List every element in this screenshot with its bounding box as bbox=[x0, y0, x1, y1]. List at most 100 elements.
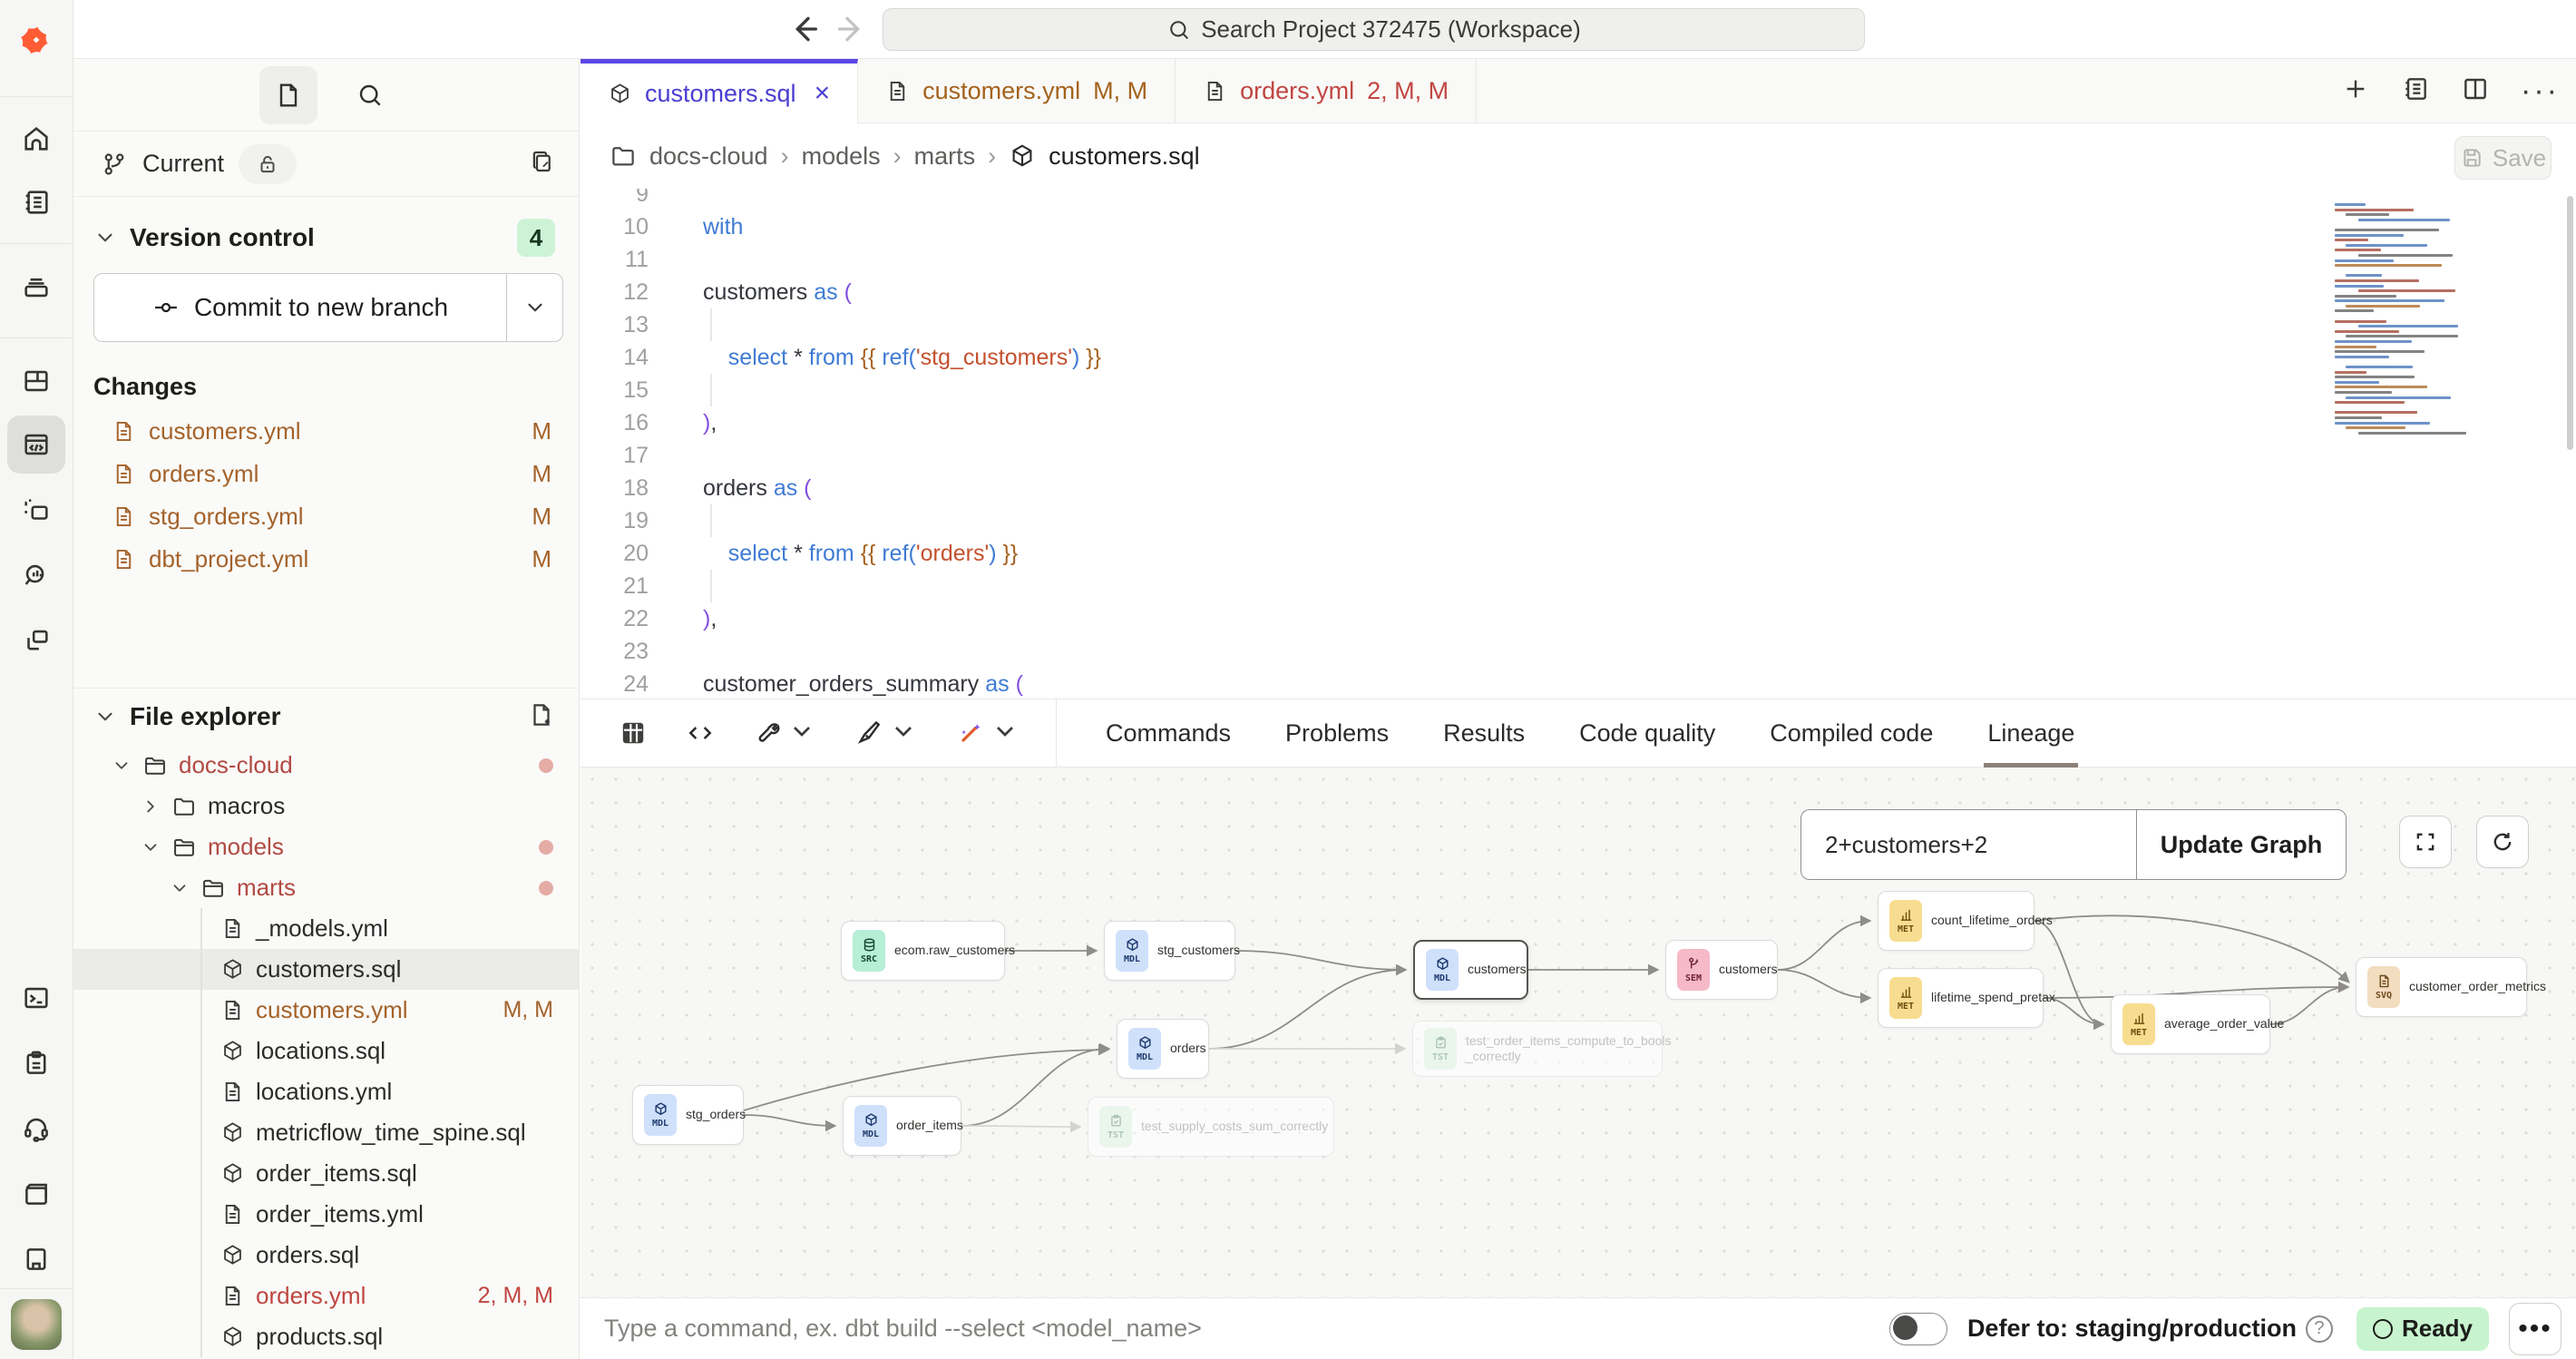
code-line[interactable]: 12 customers as ( bbox=[581, 276, 2576, 308]
tree-item-orders.yml[interactable]: orders.yml 2, M, M bbox=[73, 1276, 579, 1316]
tree-item-metricflow_time_spine.sql[interactable]: metricflow_time_spine.sql bbox=[73, 1112, 579, 1153]
change-row[interactable]: customers.yml M bbox=[73, 410, 579, 453]
user-avatar[interactable] bbox=[11, 1299, 62, 1350]
version-control-header[interactable]: Version control 4 bbox=[73, 210, 579, 266]
breadcrumb-item[interactable]: marts bbox=[914, 142, 976, 171]
code-editor[interactable]: 9 10 with 11 12 customers as ( 13 14 sel… bbox=[581, 189, 2576, 699]
ready-status-badge[interactable]: Ready bbox=[2356, 1307, 2489, 1351]
branch-row[interactable]: Current bbox=[73, 132, 579, 197]
command-input[interactable] bbox=[602, 1314, 1889, 1344]
code-line[interactable]: 21 bbox=[581, 570, 2576, 602]
chevron-down-icon[interactable] bbox=[170, 878, 190, 898]
tree-item-locations.sql[interactable]: locations.sql bbox=[73, 1031, 579, 1071]
clipboard-icon[interactable] bbox=[7, 1034, 65, 1092]
select-region-icon[interactable] bbox=[7, 482, 65, 540]
code-editor-icon[interactable] bbox=[7, 416, 65, 474]
lineage-node-customer_order_metrics[interactable]: SVQ customer_order_metrics bbox=[2356, 957, 2527, 1017]
file-explorer-header[interactable]: File explorer bbox=[73, 689, 579, 745]
lineage-node-stg_customers[interactable]: MDL stg_customers bbox=[1104, 921, 1235, 981]
code-line[interactable]: 18 orders as ( bbox=[581, 472, 2576, 504]
lineage-node-test_order_items[interactable]: TST test_order_items_compute_to_bools _c… bbox=[1412, 1021, 1663, 1077]
projects-icon[interactable] bbox=[7, 1165, 65, 1223]
home-icon[interactable] bbox=[7, 110, 65, 168]
tree-item-macros[interactable]: macros bbox=[73, 786, 579, 826]
editor-scrollbar[interactable] bbox=[2567, 196, 2573, 450]
organization-icon[interactable] bbox=[7, 1230, 65, 1288]
code-line[interactable]: 19 bbox=[581, 504, 2576, 537]
code-line[interactable]: 22 ), bbox=[581, 602, 2576, 635]
fullscreen-button[interactable] bbox=[2399, 816, 2452, 868]
tab-customers.sql[interactable]: customers.sql × bbox=[581, 59, 858, 123]
close-icon[interactable]: × bbox=[815, 78, 831, 109]
defer-toggle[interactable] bbox=[1889, 1313, 1947, 1345]
files-view-button[interactable] bbox=[259, 66, 317, 124]
lineage-node-customers_sem[interactable]: SEM customers bbox=[1665, 940, 1778, 1000]
tree-item-order_items.yml[interactable]: order_items.yml bbox=[73, 1194, 579, 1235]
back-arrow-icon[interactable] bbox=[785, 11, 822, 52]
ai-assist-icon[interactable] bbox=[956, 717, 1020, 750]
change-row[interactable]: stg_orders.yml M bbox=[73, 495, 579, 538]
chevron-right-icon[interactable] bbox=[141, 797, 161, 816]
tree-item-products.sql[interactable]: products.sql bbox=[73, 1316, 579, 1357]
inbox-icon[interactable] bbox=[7, 258, 65, 316]
tree-item-orders.sql[interactable]: orders.sql bbox=[73, 1235, 579, 1276]
lineage-node-customers_model[interactable]: MDL customers bbox=[1413, 940, 1528, 1000]
code-line[interactable]: 9 bbox=[581, 189, 2576, 210]
split-editor-icon[interactable] bbox=[2461, 74, 2490, 108]
code-line[interactable]: 11 bbox=[581, 243, 2576, 276]
code-line[interactable]: 16 ), bbox=[581, 406, 2576, 439]
tab-overflow-icon[interactable]: ··· bbox=[2521, 73, 2560, 109]
format-icon[interactable] bbox=[854, 717, 918, 750]
search-insights-icon[interactable] bbox=[7, 546, 65, 604]
change-row[interactable]: dbt_project.yml M bbox=[73, 538, 579, 581]
code-preview-icon[interactable] bbox=[686, 719, 715, 748]
lineage-node-count_lifetime_orders[interactable]: MET count_lifetime_orders bbox=[1878, 891, 2034, 951]
breadcrumb-item[interactable]: docs-cloud bbox=[649, 142, 768, 171]
project-search[interactable]: Search Project 372475 (Workspace) bbox=[883, 8, 1865, 51]
more-options-button[interactable]: ••• bbox=[2509, 1303, 2561, 1355]
chevron-down-icon[interactable] bbox=[112, 756, 132, 776]
lineage-node-stg_orders[interactable]: MDL stg_orders bbox=[632, 1085, 744, 1145]
save-button[interactable]: Save bbox=[2454, 136, 2552, 180]
headset-icon[interactable] bbox=[7, 1100, 65, 1158]
tree-item-customers.sql[interactable]: customers.sql bbox=[73, 949, 579, 990]
tree-item-models[interactable]: models bbox=[73, 826, 579, 867]
tab-customers.yml[interactable]: customers.yml M, M bbox=[858, 59, 1176, 122]
outline-icon[interactable] bbox=[2401, 74, 2430, 108]
lineage-selector-input[interactable]: 2+customers+2 bbox=[1800, 809, 2136, 880]
code-line[interactable]: 17 bbox=[581, 439, 2576, 472]
panel-tab-commands[interactable]: Commands bbox=[1078, 699, 1258, 767]
code-line[interactable]: 13 bbox=[581, 308, 2576, 341]
refresh-button[interactable] bbox=[2476, 816, 2529, 868]
code-line[interactable]: 24 customer_orders_summary as ( bbox=[581, 668, 2576, 699]
lineage-canvas[interactable]: SRC ecom.raw_customers MDL stg_customers… bbox=[581, 767, 2576, 1297]
code-line[interactable]: 15 bbox=[581, 374, 2576, 406]
panel-tab-results[interactable]: Results bbox=[1416, 699, 1552, 767]
commit-button[interactable]: Commit to new branch bbox=[94, 274, 506, 341]
results-table-icon[interactable] bbox=[619, 719, 648, 748]
copy-icon[interactable] bbox=[528, 148, 555, 180]
lineage-node-orders[interactable]: MDL orders bbox=[1117, 1019, 1209, 1079]
lineage-node-test_supply[interactable]: TST test_supply_costs_sum_correctly bbox=[1088, 1097, 1334, 1157]
panel-tab-lineage[interactable]: Lineage bbox=[1960, 699, 2102, 767]
tree-item-locations.yml[interactable]: locations.yml bbox=[73, 1071, 579, 1112]
panel-tab-problems[interactable]: Problems bbox=[1258, 699, 1416, 767]
build-tools-icon[interactable] bbox=[753, 717, 816, 750]
minimap[interactable] bbox=[2331, 203, 2487, 443]
dashboard-icon[interactable] bbox=[7, 352, 65, 410]
help-icon[interactable]: ? bbox=[2306, 1315, 2333, 1343]
breadcrumb-item[interactable]: models bbox=[802, 142, 881, 171]
panel-tab-compiled-code[interactable]: Compiled code bbox=[1742, 699, 1960, 767]
chevron-down-icon[interactable] bbox=[141, 837, 161, 857]
lineage-node-raw_customers[interactable]: SRC ecom.raw_customers bbox=[841, 921, 1005, 981]
change-row[interactable]: orders.yml M bbox=[73, 453, 579, 495]
commit-dropdown-button[interactable] bbox=[506, 274, 562, 341]
forward-arrow-icon[interactable] bbox=[834, 11, 870, 52]
file-search-button[interactable] bbox=[341, 66, 399, 124]
update-graph-button[interactable]: Update Graph bbox=[2136, 809, 2347, 880]
code-line[interactable]: 14 select * from {{ ref('stg_customers')… bbox=[581, 341, 2576, 374]
tree-item-docs-cloud[interactable]: docs-cloud bbox=[73, 745, 579, 786]
windows-icon[interactable] bbox=[7, 611, 65, 670]
lineage-node-order_items[interactable]: MDL order_items bbox=[843, 1096, 961, 1156]
code-line[interactable]: 23 bbox=[581, 635, 2576, 668]
